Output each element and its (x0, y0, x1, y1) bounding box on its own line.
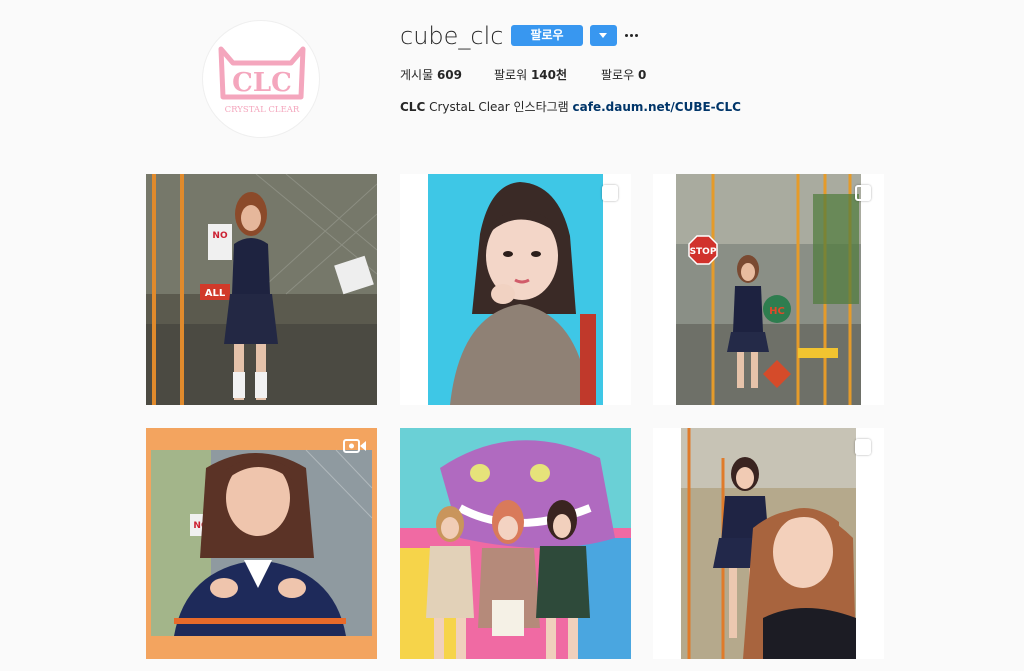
profile-bio: CLC CrystaL Clear 인스타그램 cafe.daum.net/CU… (400, 98, 741, 116)
post-thumbnail[interactable]: NO ALL (146, 174, 377, 405)
more-dots-icon-dot (635, 34, 638, 37)
stat-following[interactable]: 팔로우 0 (601, 66, 646, 84)
post-thumbnail[interactable]: NO (146, 428, 377, 659)
profile-username: cube_clc (400, 22, 504, 50)
carousel-icon (855, 439, 871, 455)
stat-following-label: 팔로우 (601, 68, 635, 82)
stat-followers-label: 팔로워 (494, 68, 528, 82)
carousel-icon (602, 185, 618, 201)
stat-posts: 게시물 609 (400, 66, 462, 84)
stat-followers-value: 140천 (530, 68, 568, 82)
caret-down-icon (599, 33, 607, 38)
bio-text: CrystaL Clear 인스타그램 (429, 100, 569, 114)
suggestions-dropdown-button[interactable] (590, 25, 617, 46)
stat-following-value: 0 (637, 68, 647, 82)
video-icon (343, 439, 366, 453)
post-thumbnail[interactable] (653, 428, 884, 659)
stat-followers[interactable]: 팔로워 140천 (494, 66, 567, 84)
follow-button[interactable]: 팔로우 (511, 25, 583, 46)
profile-avatar[interactable]: CLC CRYSTAL CLEAR (202, 20, 320, 138)
avatar-logo-text: CLC (232, 68, 292, 98)
more-options-button[interactable] (624, 26, 640, 42)
stat-posts-value: 609 (436, 68, 463, 82)
more-dots-icon (625, 34, 628, 37)
sign-no-text: NO (212, 231, 228, 241)
bio-link[interactable]: cafe.daum.net/CUBE-CLC (573, 100, 741, 114)
post-thumbnail[interactable]: STOP HC (653, 174, 884, 405)
stop-sign-text: STOP (690, 247, 717, 257)
sign-all-text: ALL (205, 288, 226, 299)
stat-posts-label: 게시물 (400, 68, 434, 82)
bio-name: CLC (400, 100, 426, 114)
post-thumbnail[interactable] (400, 174, 631, 405)
post-thumbnail[interactable] (400, 428, 631, 659)
more-dots-icon-dot (630, 34, 633, 37)
avatar-logo-subtext: CRYSTAL CLEAR (225, 105, 300, 115)
hc-sign-text: HC (769, 306, 785, 317)
carousel-icon (855, 185, 871, 201)
